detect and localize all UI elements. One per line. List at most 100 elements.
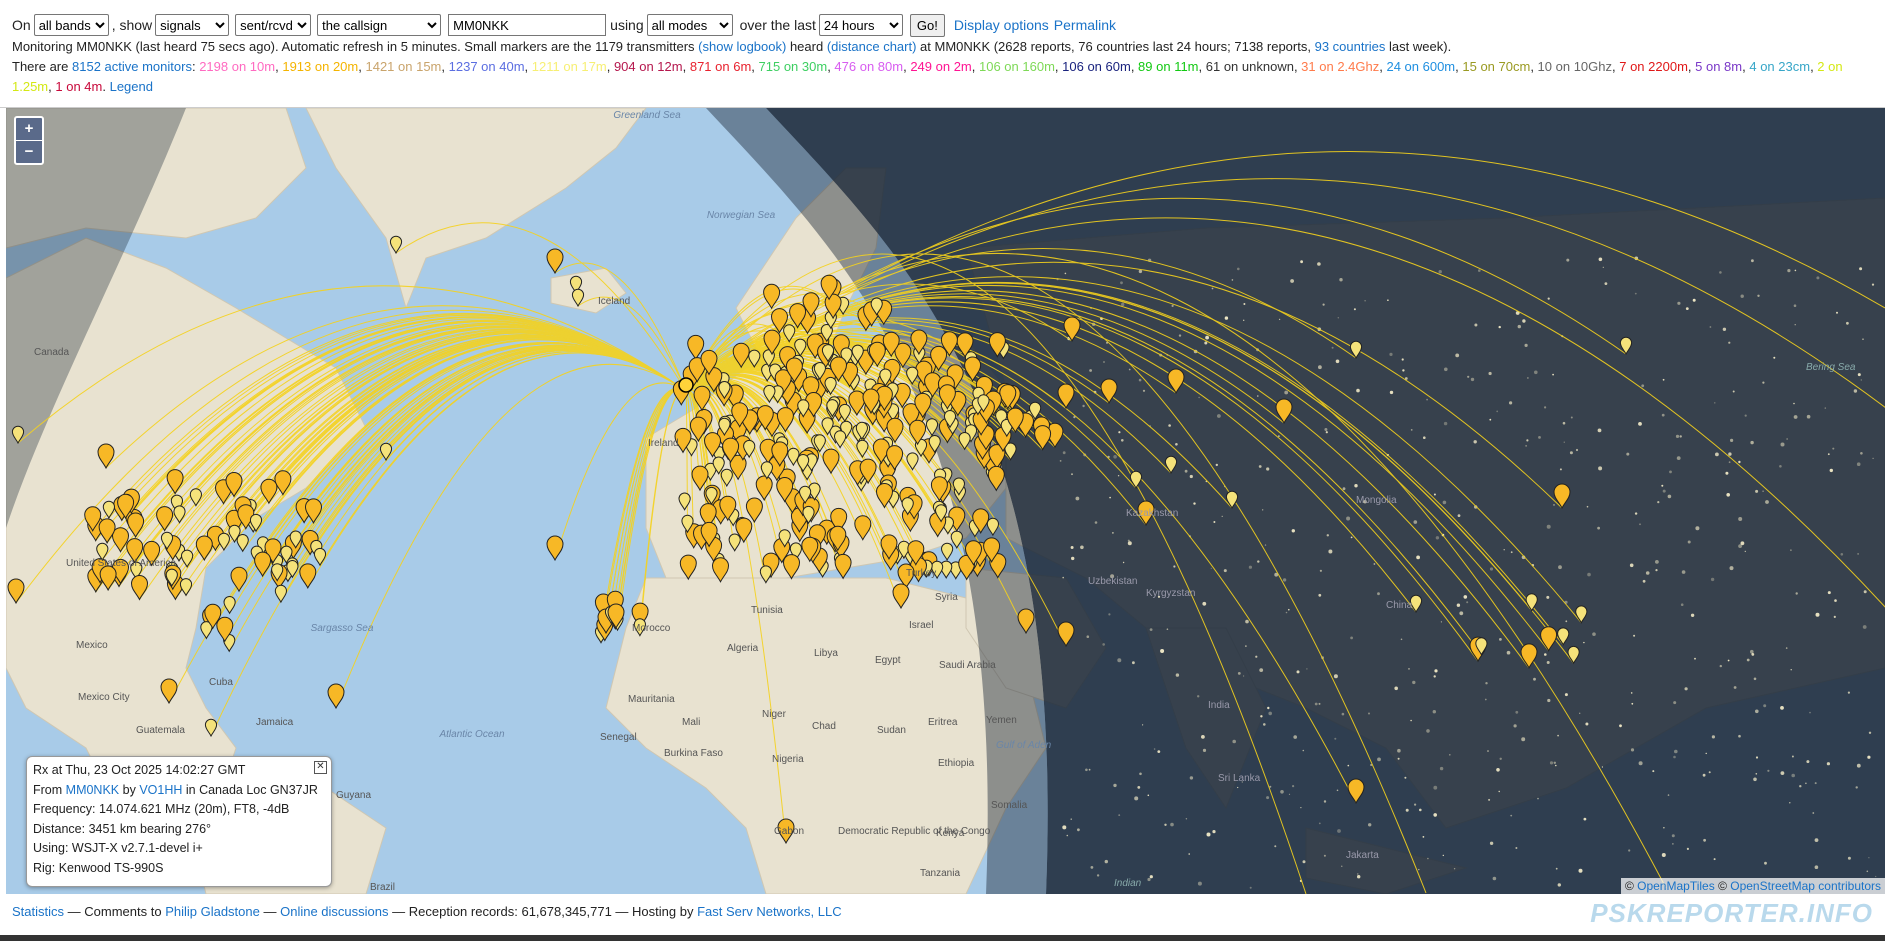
city-light: [1652, 770, 1655, 773]
city-light: [1184, 469, 1188, 473]
city-light: [1215, 463, 1219, 467]
city-light: [1657, 501, 1660, 504]
city-light: [1336, 789, 1339, 792]
city-light: [1357, 875, 1361, 879]
band-separator: ,: [1130, 59, 1139, 74]
city-light: [1070, 818, 1072, 820]
city-light: [1400, 638, 1403, 641]
label-niger: Niger: [762, 709, 787, 720]
world-map[interactable]: Greenland Sea Norwegian Sea Iceland Cana…: [6, 108, 1885, 894]
popup-from-callsign-link[interactable]: MM0NKK: [66, 783, 119, 797]
band-count: 31 on 2.4Ghz: [1301, 59, 1380, 74]
city-light: [1751, 259, 1754, 263]
city-light: [1847, 856, 1851, 860]
legend-link[interactable]: Legend: [110, 79, 153, 94]
city-light: [1534, 370, 1538, 375]
city-light: [1552, 373, 1554, 376]
bands-select[interactable]: all bands: [33, 14, 109, 36]
city-light: [1389, 390, 1394, 395]
city-light: [1132, 661, 1135, 665]
city-light: [1805, 782, 1807, 785]
city-light: [1586, 505, 1589, 508]
city-light: [1175, 443, 1178, 446]
city-light: [1189, 776, 1194, 780]
active-monitors-link[interactable]: 8152 active monitors: [72, 59, 192, 74]
statistics-link[interactable]: Statistics: [12, 904, 64, 919]
callsign-input[interactable]: [448, 14, 607, 36]
label-syria: Syria: [935, 592, 958, 603]
band-counts: 2198 on 10m, 1913 on 20m, 1421 on 15m, 1…: [12, 59, 1843, 94]
city-light: [1077, 828, 1080, 832]
city-light: [1443, 421, 1448, 426]
city-light: [1834, 599, 1837, 602]
close-icon[interactable]: ✕: [314, 761, 327, 774]
city-light: [1750, 440, 1754, 445]
city-light: [1725, 471, 1729, 475]
city-light: [1709, 326, 1712, 328]
label-kazakhstan: Kazakhstan: [1126, 508, 1178, 519]
monitors-prefix: There are: [12, 59, 69, 74]
city-light: [1755, 773, 1758, 775]
modes-select[interactable]: all modes: [646, 14, 733, 36]
zoom-in-button[interactable]: +: [16, 118, 42, 140]
band-count: 61 on unknown: [1205, 59, 1294, 74]
online-discussions-link[interactable]: Online discussions: [280, 904, 388, 919]
zoom-out-button[interactable]: −: [16, 140, 42, 163]
city-light: [1645, 571, 1650, 575]
city-light: [1232, 739, 1236, 744]
popup-rx-time: Rx at Thu, 23 Oct 2025 14:02:27 GMT: [33, 763, 246, 777]
city-light: [1708, 771, 1711, 774]
city-light: [1062, 451, 1066, 455]
city-light: [1526, 439, 1529, 442]
city-light: [1173, 565, 1176, 568]
popup-from-label: From: [33, 782, 63, 797]
go-button[interactable]: Go!: [909, 13, 945, 37]
distance-chart-link[interactable]: (distance chart): [827, 39, 917, 54]
over-label: over the last: [739, 17, 816, 33]
label-saudi-arabia: Saudi Arabia: [939, 660, 996, 671]
label-mali: Mali: [682, 717, 700, 728]
copyright-1: ©: [1624, 879, 1634, 893]
city-light: [1619, 724, 1622, 728]
city-light: [1122, 561, 1125, 564]
city-light: [1449, 754, 1451, 756]
label-guatemala: Guatemala: [136, 725, 185, 736]
label-sri-lanka: Sri Lanka: [1218, 773, 1261, 784]
target-select[interactable]: the callsign: [317, 14, 442, 36]
hosting-link[interactable]: Fast Serv Networks, LLC: [697, 904, 842, 919]
city-light: [1118, 814, 1121, 816]
city-light: [1086, 635, 1090, 638]
city-light: [1856, 462, 1861, 467]
city-light: [1793, 415, 1798, 419]
period-select[interactable]: 24 hours: [818, 14, 903, 36]
author-link[interactable]: Philip Gladstone: [165, 904, 260, 919]
city-light: [1290, 279, 1294, 283]
show-select[interactable]: signals: [155, 14, 230, 36]
direction-select[interactable]: sent/rcvd by: [235, 14, 312, 36]
display-options-link[interactable]: Display options: [954, 17, 1049, 33]
city-light: [1630, 692, 1633, 694]
osm-link[interactable]: OpenStreetMap contributors: [1730, 879, 1881, 893]
city-light: [1859, 267, 1863, 271]
status-end-text: last week).: [1389, 39, 1452, 54]
city-light: [1127, 541, 1132, 546]
city-light: [1337, 317, 1340, 319]
city-light: [1416, 555, 1420, 560]
city-light: [1795, 592, 1798, 595]
popup-by-callsign-link[interactable]: VO1HH: [139, 783, 182, 797]
city-light: [1824, 407, 1827, 409]
countries-link[interactable]: 93 countries: [1315, 39, 1386, 54]
city-light: [1121, 302, 1125, 307]
permalink-link[interactable]: Permalink: [1054, 17, 1116, 33]
city-light: [1628, 849, 1631, 852]
label-mongolia: Mongolia: [1356, 495, 1397, 506]
city-light: [1499, 638, 1502, 641]
city-light: [1257, 395, 1259, 397]
city-light: [1485, 682, 1488, 685]
city-light: [1679, 435, 1682, 438]
home-station-marker[interactable]: [678, 377, 694, 393]
label-nigeria: Nigeria: [772, 754, 804, 765]
show-logbook-link[interactable]: (show logbook): [698, 39, 786, 54]
city-light: [1433, 675, 1436, 678]
openmaptiles-link[interactable]: OpenMapTiles: [1637, 879, 1715, 893]
